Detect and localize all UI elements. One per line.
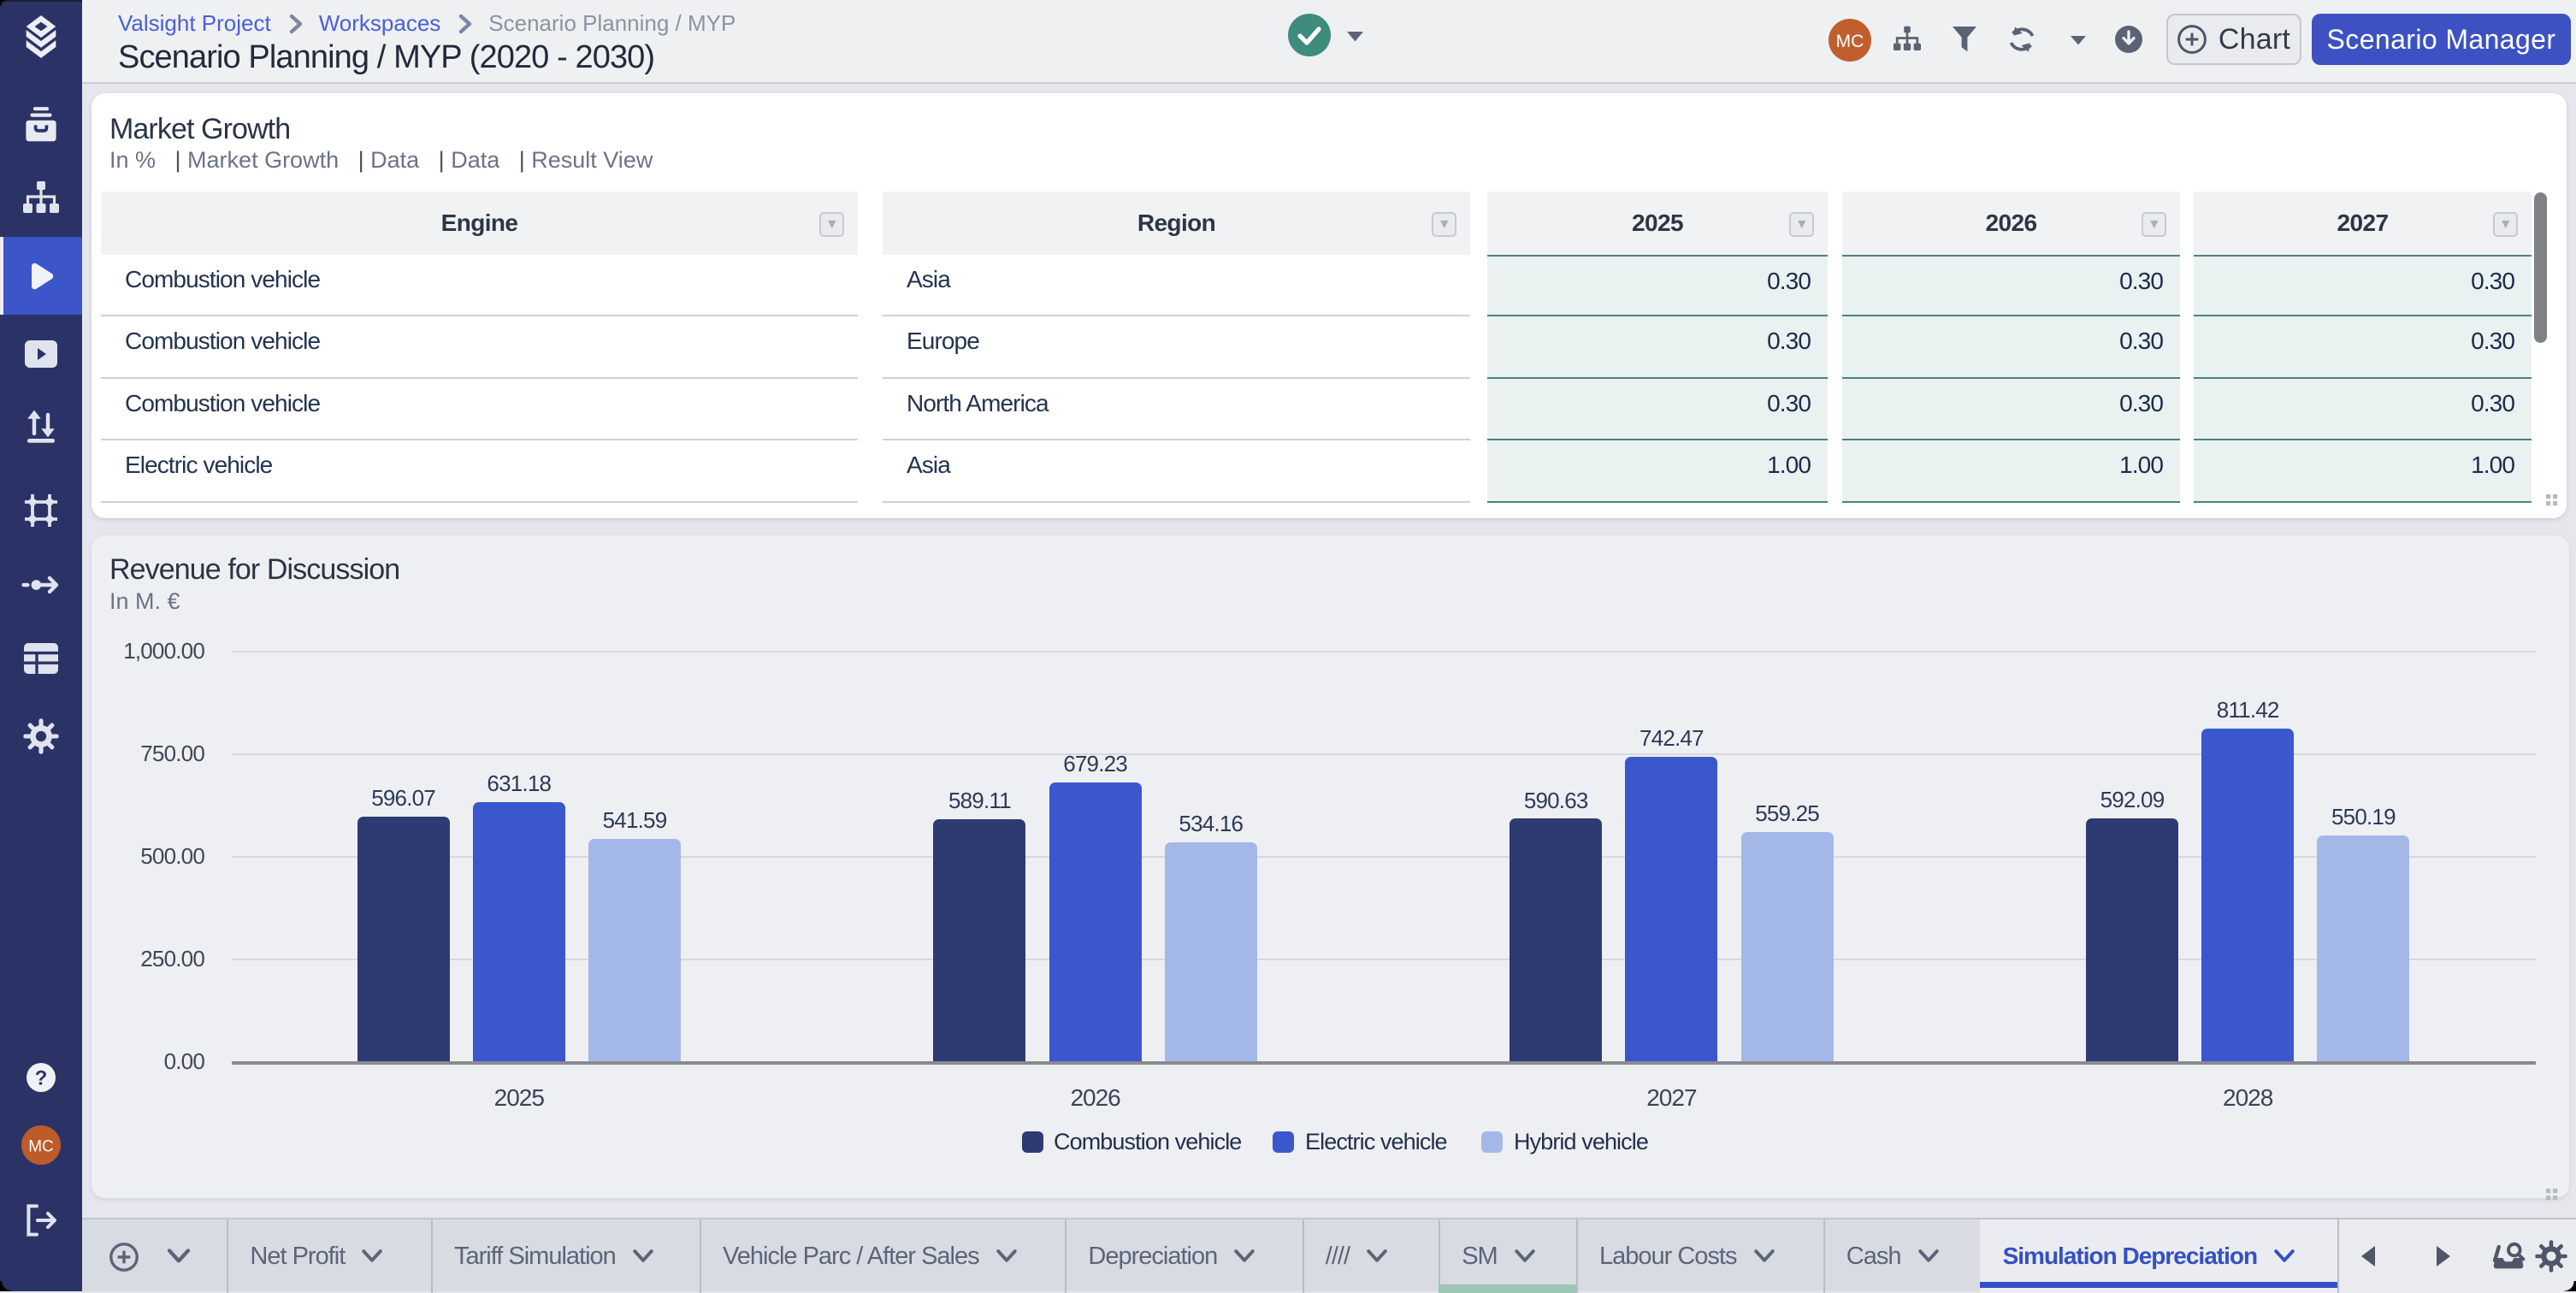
svg-text:?: ?: [35, 1067, 48, 1090]
svg-text:MC: MC: [1836, 32, 1864, 52]
svg-text:MC: MC: [28, 1137, 54, 1155]
